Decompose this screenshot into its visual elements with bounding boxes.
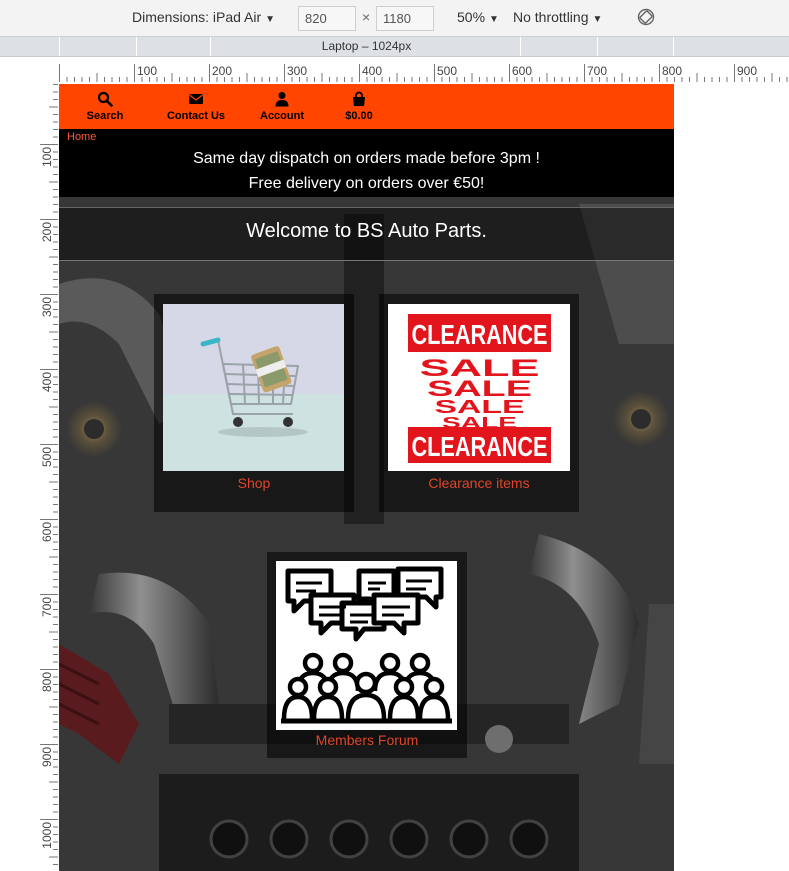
nav-contact-us[interactable]: Contact Us <box>151 84 241 129</box>
ruler-label: 1000 <box>40 822 54 849</box>
user-icon <box>275 92 289 107</box>
device-select[interactable]: Dimensions: iPad Air ▼ <box>132 9 275 25</box>
dropdown-arrow-icon: ▼ <box>265 14 276 25</box>
throttling-select[interactable]: No throttling ▼ <box>513 9 602 25</box>
ruler-label: 600 <box>40 522 54 542</box>
ruler-label: 300 <box>40 297 54 317</box>
ruler-label: 100 <box>40 147 54 167</box>
left-gutter <box>0 57 37 871</box>
breadcrumb-home-link[interactable]: Home <box>67 130 96 144</box>
device-label: Dimensions: iPad Air <box>132 9 262 25</box>
search-icon <box>97 91 113 107</box>
forum-card[interactable]: Members Forum <box>267 552 467 758</box>
ruler-label: 800 <box>662 64 682 78</box>
community-chat-icon <box>281 566 452 724</box>
page-viewport: Search Contact Us Account $0.00 Home Sam… <box>59 84 674 871</box>
delivery-banner: Home Same day dispatch on orders made be… <box>59 129 674 197</box>
members-forum-image[interactable] <box>276 561 457 730</box>
clearance-card[interactable]: CLEARANCE SALE SALE SALE SALE CLEARANCE … <box>379 294 579 512</box>
nav-search[interactable]: Search <box>75 84 135 129</box>
envelope-icon <box>189 94 203 104</box>
ruler-label: 500 <box>437 64 457 78</box>
height-input[interactable]: 1180 <box>376 6 434 31</box>
ruler-label: 400 <box>40 372 54 392</box>
dropdown-arrow-icon: ▼ <box>592 14 603 25</box>
clearance-sign: CLEARANCE SALE SALE SALE SALE CLEARANCE <box>388 304 570 471</box>
clearance-top-text: CLEARANCE <box>412 319 548 350</box>
welcome-heading: Welcome to BS Auto Parts. <box>59 207 674 261</box>
clearance-bottom-text: CLEARANCE <box>412 431 548 462</box>
top-navbar: Search Contact Us Account $0.00 <box>59 84 674 129</box>
ruler-label: 200 <box>40 222 54 242</box>
ruler-label: 100 <box>137 64 157 78</box>
ruler-label: 900 <box>737 64 757 78</box>
clearance-items-link[interactable]: Clearance items <box>379 475 579 491</box>
nav-basket[interactable]: $0.00 <box>331 84 387 129</box>
ruler-label: 900 <box>40 747 54 767</box>
ruler-label: 400 <box>362 64 382 78</box>
width-input[interactable]: 820 <box>298 6 356 31</box>
zoom-label: 50% <box>457 9 486 25</box>
device-toolbar: Dimensions: iPad Air ▼ 820 × 1180 50% ▼ No… <box>0 0 789 37</box>
nav-search-label: Search <box>86 110 124 122</box>
nav-basket-total: $0.00 <box>345 110 373 122</box>
rotate-icon[interactable] <box>637 8 655 26</box>
clearance-sale-image[interactable]: CLEARANCE SALE SALE SALE SALE CLEARANCE <box>388 304 570 471</box>
dispatch-message: Same day dispatch on orders made before … <box>193 150 540 167</box>
shopping-cart-image[interactable] <box>163 304 344 471</box>
shopping-cart-icon <box>163 304 344 471</box>
ruler-label: 700 <box>587 64 607 78</box>
nav-account-label: Account <box>260 110 304 122</box>
shop-link[interactable]: Shop <box>154 475 354 491</box>
horizontal-ruler: 100 200 300 400 500 600 700 800 900 <box>59 61 789 83</box>
ruler-label: 500 <box>40 447 54 467</box>
ruler-label: 200 <box>212 64 232 78</box>
nav-contact-label: Contact Us <box>166 110 226 122</box>
ruler-label: 300 <box>287 64 307 78</box>
sale-text-3: SALE <box>435 397 525 417</box>
ruler-label: 800 <box>40 672 54 692</box>
media-query-bar[interactable]: Laptop – 1024px <box>0 37 789 57</box>
shop-card[interactable]: Shop <box>154 294 354 512</box>
zoom-select[interactable]: 50% ▼ <box>457 9 499 25</box>
ruler-label: 700 <box>40 597 54 617</box>
media-query-label: Laptop – 1024px <box>321 39 412 53</box>
vertical-ruler: 100 200 300 400 500 600 700 800 900 1000 <box>37 84 59 871</box>
free-delivery-message: Free delivery on orders over €50! <box>248 175 485 192</box>
shopping-bag-icon <box>353 91 365 106</box>
dimension-separator: × <box>362 9 371 25</box>
nav-account[interactable]: Account <box>241 84 323 129</box>
dropdown-arrow-icon: ▼ <box>489 14 499 25</box>
members-forum-link[interactable]: Members Forum <box>267 732 467 748</box>
throttling-label: No throttling <box>513 9 589 25</box>
ruler-label: 600 <box>512 64 532 78</box>
